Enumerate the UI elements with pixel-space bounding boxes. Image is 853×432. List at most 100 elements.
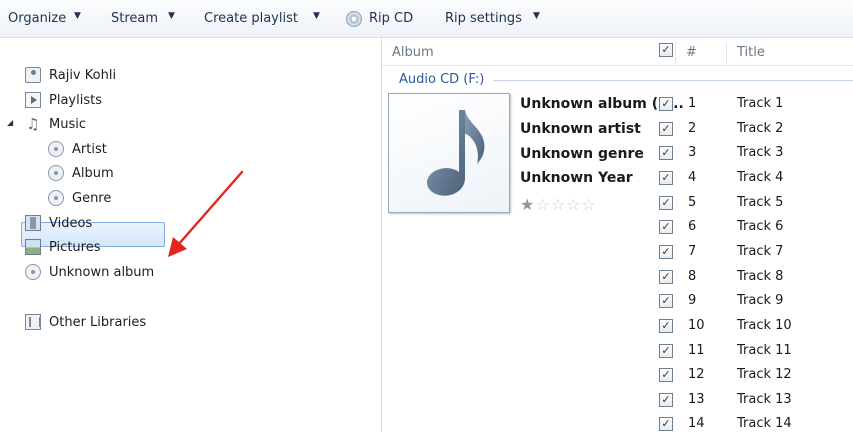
nav-item-genre[interactable]: Genre <box>48 187 111 209</box>
nav-item-label: Rajiv Kohli <box>49 67 117 83</box>
album-column-header[interactable]: Album <box>392 45 434 60</box>
star-icon[interactable]: ☆ <box>535 196 549 214</box>
rip-settings-dropdown-icon[interactable]: ▼ <box>533 11 540 21</box>
track-checkbox[interactable]: ✓ <box>659 393 673 407</box>
rip-cd-button[interactable]: Rip CD <box>369 11 413 26</box>
track-title[interactable]: Track 2 <box>737 121 783 136</box>
star-icon[interactable]: ★ <box>520 196 534 214</box>
artist-name[interactable]: Unknown artist <box>520 121 641 137</box>
track-number: 11 <box>688 343 705 358</box>
track-checkbox[interactable]: ✓ <box>659 294 673 308</box>
nav-item-other-libraries[interactable]: Other Libraries <box>25 311 146 333</box>
organize-dropdown-icon[interactable]: ▼ <box>74 11 81 21</box>
track-title[interactable]: Track 12 <box>737 367 792 382</box>
track-number: 3 <box>688 145 697 160</box>
track-number: 10 <box>688 318 705 333</box>
track-title[interactable]: Track 3 <box>737 145 783 160</box>
title-column-header[interactable]: Title <box>737 45 765 60</box>
track-number: 5 <box>688 195 697 210</box>
expand-music-icon[interactable]: ◢ <box>7 118 13 127</box>
nav-item-label: Unknown album <box>49 264 155 280</box>
track-number: 7 <box>688 244 697 259</box>
number-column-header[interactable]: # <box>686 45 697 60</box>
user-library-icon <box>25 67 41 83</box>
nav-item-label: Music <box>49 116 86 132</box>
track-title[interactable]: Track 8 <box>737 269 783 284</box>
track-checkbox[interactable]: ✓ <box>659 368 673 382</box>
track-checkbox[interactable]: ✓ <box>659 417 673 431</box>
nav-item-artist[interactable]: Artist <box>48 138 107 160</box>
cd-group-header: Audio CD (F:) <box>399 72 485 87</box>
stream-dropdown-icon[interactable]: ▼ <box>168 11 175 21</box>
artist-icon <box>48 141 64 157</box>
nav-item-label: Playlists <box>49 92 102 108</box>
music-note-icon: ♫ <box>26 115 40 133</box>
nav-item-label: Videos <box>49 215 93 231</box>
genre-name[interactable]: Unknown genre <box>520 146 644 162</box>
album-disc-icon <box>48 165 64 181</box>
nav-item-label: Album <box>72 165 114 181</box>
star-icon[interactable]: ☆ <box>581 196 595 214</box>
track-number: 9 <box>688 293 697 308</box>
select-all-checkbox[interactable]: ✓ <box>659 43 673 57</box>
organize-menu[interactable]: Organize <box>8 11 66 26</box>
track-number: 14 <box>688 416 705 431</box>
track-title[interactable]: Track 6 <box>737 219 783 234</box>
rip-cd-icon[interactable] <box>346 11 362 27</box>
group-divider-line <box>493 80 853 81</box>
track-number: 4 <box>688 170 697 185</box>
picture-icon <box>25 239 41 255</box>
track-checkbox[interactable]: ✓ <box>659 220 673 234</box>
track-checkbox[interactable]: ✓ <box>659 196 673 210</box>
rip-settings-menu[interactable]: Rip settings <box>445 11 522 26</box>
pane-divider[interactable] <box>381 38 382 432</box>
track-title[interactable]: Track 10 <box>737 318 792 333</box>
column-separator[interactable] <box>675 42 676 64</box>
track-checkbox[interactable]: ✓ <box>659 171 673 185</box>
year-value[interactable]: Unknown Year <box>520 170 633 186</box>
album-art[interactable] <box>388 93 510 213</box>
track-checkbox[interactable]: ✓ <box>659 344 673 358</box>
track-checkbox[interactable]: ✓ <box>659 319 673 333</box>
track-checkbox[interactable]: ✓ <box>659 245 673 259</box>
cd-disc-icon <box>25 264 41 280</box>
nav-item-videos[interactable]: Videos <box>25 212 92 234</box>
nav-item-label: Other Libraries <box>49 314 147 330</box>
track-title[interactable]: Track 9 <box>737 293 783 308</box>
nav-item-pictures[interactable]: Pictures <box>25 236 100 258</box>
annotation-arrow <box>168 170 244 257</box>
track-checkbox[interactable]: ✓ <box>659 97 673 111</box>
track-number: 13 <box>688 392 705 407</box>
track-title[interactable]: Track 14 <box>737 416 792 431</box>
track-checkbox[interactable]: ✓ <box>659 122 673 136</box>
nav-item-user[interactable]: Rajiv Kohli <box>25 64 116 86</box>
genre-icon <box>48 190 64 206</box>
video-film-icon <box>25 215 41 231</box>
track-title[interactable]: Track 11 <box>737 343 792 358</box>
nav-item-music[interactable]: ♫ Music <box>25 113 86 135</box>
rating-stars[interactable]: ★ ☆ ☆ ☆ ☆ <box>520 196 597 214</box>
track-title[interactable]: Track 13 <box>737 392 792 407</box>
create-playlist-menu[interactable]: Create playlist <box>204 11 298 26</box>
nav-item-playlists[interactable]: Playlists <box>25 89 102 111</box>
column-header-row: Album # Title <box>382 38 853 66</box>
track-title[interactable]: Track 1 <box>737 96 783 111</box>
nav-item-album[interactable]: Album <box>48 162 114 184</box>
star-icon[interactable]: ☆ <box>551 196 565 214</box>
other-libraries-icon <box>25 314 41 330</box>
track-number: 8 <box>688 269 697 284</box>
create-playlist-dropdown-icon[interactable]: ▼ <box>313 11 320 21</box>
track-checkbox[interactable]: ✓ <box>659 270 673 284</box>
track-title[interactable]: Track 5 <box>737 195 783 210</box>
track-number: 2 <box>688 121 697 136</box>
star-icon[interactable]: ☆ <box>566 196 580 214</box>
nav-item-label: Artist <box>72 141 107 157</box>
track-number: 12 <box>688 367 705 382</box>
track-checkbox[interactable]: ✓ <box>659 146 673 160</box>
track-title[interactable]: Track 7 <box>737 244 783 259</box>
nav-item-label: Genre <box>72 190 112 206</box>
column-separator[interactable] <box>726 42 727 64</box>
nav-item-unknown-album[interactable]: Unknown album <box>25 261 154 283</box>
track-title[interactable]: Track 4 <box>737 170 783 185</box>
stream-menu[interactable]: Stream <box>111 11 158 26</box>
